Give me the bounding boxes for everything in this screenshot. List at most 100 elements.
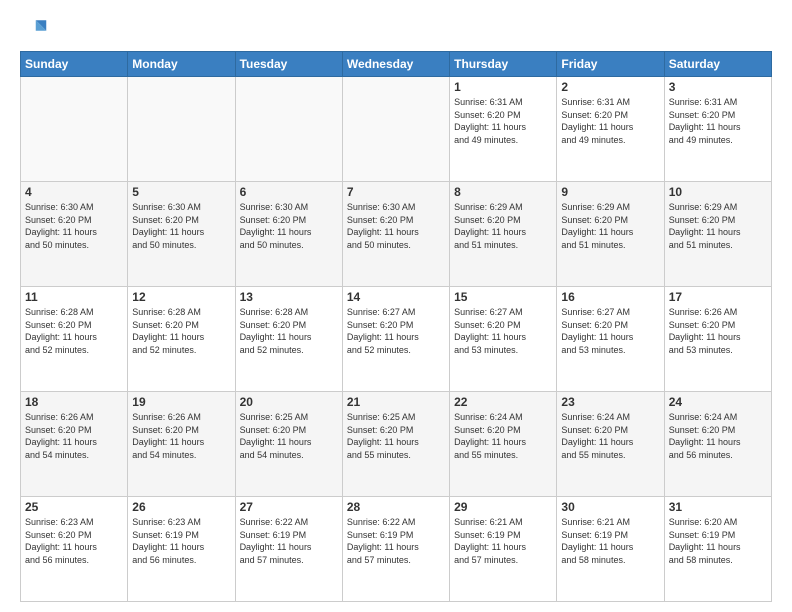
calendar-cell: 25 Sunrise: 6:23 AM Sunset: 6:20 PM Dayli… (21, 497, 128, 602)
calendar-cell: 15 Sunrise: 6:27 AM Sunset: 6:20 PM Dayli… (450, 287, 557, 392)
logo (20, 15, 52, 43)
day-number: 21 (347, 395, 445, 409)
calendar-cell: 18 Sunrise: 6:26 AM Sunset: 6:20 PM Dayli… (21, 392, 128, 497)
weekday-header: Monday (128, 52, 235, 77)
day-info: Sunrise: 6:31 AM Sunset: 6:20 PM Dayligh… (561, 96, 659, 146)
calendar-cell: 14 Sunrise: 6:27 AM Sunset: 6:20 PM Dayli… (342, 287, 449, 392)
calendar-cell: 29 Sunrise: 6:21 AM Sunset: 6:19 PM Dayli… (450, 497, 557, 602)
day-info: Sunrise: 6:22 AM Sunset: 6:19 PM Dayligh… (240, 516, 338, 566)
calendar-cell: 21 Sunrise: 6:25 AM Sunset: 6:20 PM Dayli… (342, 392, 449, 497)
calendar-cell: 7Sunrise: 6:30 AM Sunset: 6:20 PM Daylig… (342, 182, 449, 287)
day-number: 15 (454, 290, 552, 304)
calendar-cell: 11 Sunrise: 6:28 AM Sunset: 6:20 PM Dayli… (21, 287, 128, 392)
day-number: 18 (25, 395, 123, 409)
day-info: Sunrise: 6:25 AM Sunset: 6:20 PM Dayligh… (347, 411, 445, 461)
calendar-week-row: 1 Sunrise: 6:31 AM Sunset: 6:20 PM Daylig… (21, 77, 772, 182)
day-info: Sunrise: 6:26 AM Sunset: 6:20 PM Dayligh… (669, 306, 767, 356)
calendar-cell: 9 Sunrise: 6:29 AM Sunset: 6:20 PM Daylig… (557, 182, 664, 287)
day-info: Sunrise: 6:26 AM Sunset: 6:20 PM Dayligh… (132, 411, 230, 461)
calendar-cell: 22 Sunrise: 6:24 AM Sunset: 6:20 PM Dayli… (450, 392, 557, 497)
day-number: 20 (240, 395, 338, 409)
calendar-cell: 2 Sunrise: 6:31 AM Sunset: 6:20 PM Daylig… (557, 77, 664, 182)
weekday-header: Wednesday (342, 52, 449, 77)
day-number: 16 (561, 290, 659, 304)
calendar-table: SundayMondayTuesdayWednesdayThursdayFrid… (20, 51, 772, 602)
calendar-cell (235, 77, 342, 182)
day-number: 31 (669, 500, 767, 514)
day-info: Sunrise: 6:26 AM Sunset: 6:20 PM Dayligh… (25, 411, 123, 461)
day-info: Sunrise: 6:21 AM Sunset: 6:19 PM Dayligh… (454, 516, 552, 566)
day-number: 28 (347, 500, 445, 514)
calendar-cell (128, 77, 235, 182)
weekday-header: Thursday (450, 52, 557, 77)
calendar-cell: 13 Sunrise: 6:28 AM Sunset: 6:20 PM Dayli… (235, 287, 342, 392)
calendar-cell: 12 Sunrise: 6:28 AM Sunset: 6:20 PM Dayli… (128, 287, 235, 392)
calendar-cell: 16 Sunrise: 6:27 AM Sunset: 6:20 PM Dayli… (557, 287, 664, 392)
calendar-cell: 20 Sunrise: 6:25 AM Sunset: 6:20 PM Dayli… (235, 392, 342, 497)
calendar-cell (342, 77, 449, 182)
day-info: Sunrise: 6:28 AM Sunset: 6:20 PM Dayligh… (132, 306, 230, 356)
day-info: Sunrise: 6:31 AM Sunset: 6:20 PM Dayligh… (454, 96, 552, 146)
calendar-cell: 26Sunrise: 6:23 AM Sunset: 6:19 PM Dayli… (128, 497, 235, 602)
day-number: 29 (454, 500, 552, 514)
day-number: 26 (132, 500, 230, 514)
day-number: 19 (132, 395, 230, 409)
day-info: Sunrise: 6:28 AM Sunset: 6:20 PM Dayligh… (240, 306, 338, 356)
day-number: 7 (347, 185, 445, 199)
day-info: Sunrise: 6:29 AM Sunset: 6:20 PM Dayligh… (561, 201, 659, 251)
day-number: 30 (561, 500, 659, 514)
day-number: 11 (25, 290, 123, 304)
day-info: Sunrise: 6:31 AM Sunset: 6:20 PM Dayligh… (669, 96, 767, 146)
day-info: Sunrise: 6:24 AM Sunset: 6:20 PM Dayligh… (561, 411, 659, 461)
day-info: Sunrise: 6:27 AM Sunset: 6:20 PM Dayligh… (347, 306, 445, 356)
day-number: 25 (25, 500, 123, 514)
calendar-cell: 19 Sunrise: 6:26 AM Sunset: 6:20 PM Dayli… (128, 392, 235, 497)
calendar-cell: 17 Sunrise: 6:26 AM Sunset: 6:20 PM Dayli… (664, 287, 771, 392)
calendar-cell: 5 Sunrise: 6:30 AM Sunset: 6:20 PM Daylig… (128, 182, 235, 287)
calendar-week-row: 4 Sunrise: 6:30 AM Sunset: 6:20 PM Daylig… (21, 182, 772, 287)
day-number: 10 (669, 185, 767, 199)
calendar-cell: 4Sunrise: 6:30 AM Sunset: 6:20 PM Daylig… (21, 182, 128, 287)
calendar-week-row: 18 Sunrise: 6:26 AM Sunset: 6:20 PM Dayli… (21, 392, 772, 497)
calendar-cell: 1 Sunrise: 6:31 AM Sunset: 6:20 PM Daylig… (450, 77, 557, 182)
day-number: 22 (454, 395, 552, 409)
day-info: Sunrise: 6:30 AM Sunset: 6:20 PM Dayligh… (132, 201, 230, 251)
day-info: Sunrise: 6:27 AM Sunset: 6:20 PM Dayligh… (454, 306, 552, 356)
day-info: Sunrise: 6:23 AM Sunset: 6:20 PM Dayligh… (25, 516, 123, 566)
day-number: 14 (347, 290, 445, 304)
day-info: Sunrise: 6:22 AM Sunset: 6:19 PM Dayligh… (347, 516, 445, 566)
calendar-cell: 31Sunrise: 6:20 AM Sunset: 6:19 PM Dayli… (664, 497, 771, 602)
day-number: 2 (561, 80, 659, 94)
day-number: 4 (25, 185, 123, 199)
calendar-cell: 27Sunrise: 6:22 AM Sunset: 6:19 PM Dayli… (235, 497, 342, 602)
calendar-header-row: SundayMondayTuesdayWednesdayThursdayFrid… (21, 52, 772, 77)
day-info: Sunrise: 6:29 AM Sunset: 6:20 PM Dayligh… (669, 201, 767, 251)
day-number: 9 (561, 185, 659, 199)
calendar-cell (21, 77, 128, 182)
day-info: Sunrise: 6:29 AM Sunset: 6:20 PM Dayligh… (454, 201, 552, 251)
calendar-cell: 3 Sunrise: 6:31 AM Sunset: 6:20 PM Daylig… (664, 77, 771, 182)
day-info: Sunrise: 6:24 AM Sunset: 6:20 PM Dayligh… (454, 411, 552, 461)
day-number: 1 (454, 80, 552, 94)
day-info: Sunrise: 6:27 AM Sunset: 6:20 PM Dayligh… (561, 306, 659, 356)
page: SundayMondayTuesdayWednesdayThursdayFrid… (0, 0, 792, 612)
day-number: 8 (454, 185, 552, 199)
calendar-cell: 23 Sunrise: 6:24 AM Sunset: 6:20 PM Dayli… (557, 392, 664, 497)
calendar-cell: 28 Sunrise: 6:22 AM Sunset: 6:19 PM Dayli… (342, 497, 449, 602)
day-info: Sunrise: 6:28 AM Sunset: 6:20 PM Dayligh… (25, 306, 123, 356)
day-number: 23 (561, 395, 659, 409)
day-number: 6 (240, 185, 338, 199)
day-number: 17 (669, 290, 767, 304)
weekday-header: Saturday (664, 52, 771, 77)
weekday-header: Tuesday (235, 52, 342, 77)
day-info: Sunrise: 6:25 AM Sunset: 6:20 PM Dayligh… (240, 411, 338, 461)
calendar-week-row: 11 Sunrise: 6:28 AM Sunset: 6:20 PM Dayli… (21, 287, 772, 392)
day-number: 5 (132, 185, 230, 199)
calendar-cell: 6Sunrise: 6:30 AM Sunset: 6:20 PM Daylig… (235, 182, 342, 287)
day-number: 13 (240, 290, 338, 304)
weekday-header: Friday (557, 52, 664, 77)
day-number: 3 (669, 80, 767, 94)
calendar-cell: 8 Sunrise: 6:29 AM Sunset: 6:20 PM Daylig… (450, 182, 557, 287)
day-number: 12 (132, 290, 230, 304)
day-info: Sunrise: 6:24 AM Sunset: 6:20 PM Dayligh… (669, 411, 767, 461)
